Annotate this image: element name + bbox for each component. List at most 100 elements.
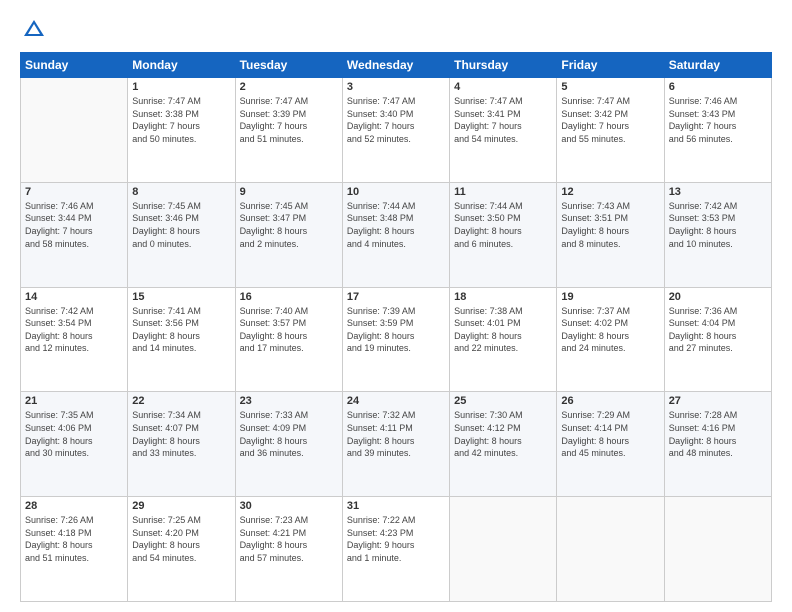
day-info: Sunrise: 7:43 AM Sunset: 3:51 PM Dayligh…	[561, 200, 659, 250]
calendar-cell	[664, 497, 771, 602]
calendar-cell: 30 Sunrise: 7:23 AM Sunset: 4:21 PM Dayli…	[235, 497, 342, 602]
day-info: Sunrise: 7:33 AM Sunset: 4:09 PM Dayligh…	[240, 409, 338, 459]
day-info: Sunrise: 7:29 AM Sunset: 4:14 PM Dayligh…	[561, 409, 659, 459]
calendar-cell: 8 Sunrise: 7:45 AM Sunset: 3:46 PM Daylig…	[128, 182, 235, 287]
day-number: 23	[240, 395, 338, 407]
day-number: 25	[454, 395, 552, 407]
calendar-cell: 26 Sunrise: 7:29 AM Sunset: 4:14 PM Dayli…	[557, 392, 664, 497]
day-number: 31	[347, 500, 445, 512]
day-number: 3	[347, 81, 445, 93]
calendar-cell: 18Sunrise: 7:38 AM Sunset: 4:01 PM Dayli…	[450, 287, 557, 392]
logo-icon	[20, 16, 48, 44]
day-info: Sunrise: 7:47 AM Sunset: 3:41 PM Dayligh…	[454, 95, 552, 145]
day-number: 28	[25, 500, 123, 512]
day-number: 15	[132, 291, 230, 303]
day-number: 10	[347, 186, 445, 198]
day-info: Sunrise: 7:46 AM Sunset: 3:44 PM Dayligh…	[25, 200, 123, 250]
calendar-cell: 15 Sunrise: 7:41 AM Sunset: 3:56 PM Dayli…	[128, 287, 235, 392]
day-info: Sunrise: 7:32 AM Sunset: 4:11 PM Dayligh…	[347, 409, 445, 459]
calendar-week-row: 14 Sunrise: 7:42 AM Sunset: 3:54 PM Dayli…	[21, 287, 772, 392]
weekday-header: Monday	[128, 53, 235, 78]
day-number: 29	[132, 500, 230, 512]
day-info: Sunrise: 7:47 AM Sunset: 3:42 PM Dayligh…	[561, 95, 659, 145]
calendar-cell: 13Sunrise: 7:42 AM Sunset: 3:53 PM Dayli…	[664, 182, 771, 287]
day-number: 27	[669, 395, 767, 407]
day-number: 8	[132, 186, 230, 198]
weekday-header: Sunday	[21, 53, 128, 78]
day-info: Sunrise: 7:46 AM Sunset: 3:43 PM Dayligh…	[669, 95, 767, 145]
day-info: Sunrise: 7:26 AM Sunset: 4:18 PM Dayligh…	[25, 514, 123, 564]
day-info: Sunrise: 7:41 AM Sunset: 3:56 PM Dayligh…	[132, 305, 230, 355]
calendar-cell: 21 Sunrise: 7:35 AM Sunset: 4:06 PM Dayli…	[21, 392, 128, 497]
day-info: Sunrise: 7:42 AM Sunset: 3:54 PM Dayligh…	[25, 305, 123, 355]
day-info: Sunrise: 7:45 AM Sunset: 3:46 PM Dayligh…	[132, 200, 230, 250]
calendar-cell: 22Sunrise: 7:34 AM Sunset: 4:07 PM Dayli…	[128, 392, 235, 497]
calendar-week-row: 1 Sunrise: 7:47 AM Sunset: 3:38 PM Daylig…	[21, 78, 772, 183]
day-number: 2	[240, 81, 338, 93]
logo	[20, 16, 52, 44]
day-info: Sunrise: 7:38 AM Sunset: 4:01 PM Dayligh…	[454, 305, 552, 355]
day-info: Sunrise: 7:40 AM Sunset: 3:57 PM Dayligh…	[240, 305, 338, 355]
day-number: 4	[454, 81, 552, 93]
day-number: 5	[561, 81, 659, 93]
day-number: 1	[132, 81, 230, 93]
day-number: 14	[25, 291, 123, 303]
calendar-cell: 14 Sunrise: 7:42 AM Sunset: 3:54 PM Dayli…	[21, 287, 128, 392]
day-number: 26	[561, 395, 659, 407]
calendar-table: SundayMondayTuesdayWednesdayThursdayFrid…	[20, 52, 772, 602]
calendar-week-row: 21 Sunrise: 7:35 AM Sunset: 4:06 PM Dayli…	[21, 392, 772, 497]
day-number: 20	[669, 291, 767, 303]
day-number: 7	[25, 186, 123, 198]
calendar-cell: 23 Sunrise: 7:33 AM Sunset: 4:09 PM Dayli…	[235, 392, 342, 497]
calendar-cell: 16Sunrise: 7:40 AM Sunset: 3:57 PM Dayli…	[235, 287, 342, 392]
day-info: Sunrise: 7:47 AM Sunset: 3:40 PM Dayligh…	[347, 95, 445, 145]
day-info: Sunrise: 7:28 AM Sunset: 4:16 PM Dayligh…	[669, 409, 767, 459]
weekday-header: Wednesday	[342, 53, 449, 78]
weekday-row: SundayMondayTuesdayWednesdayThursdayFrid…	[21, 53, 772, 78]
day-info: Sunrise: 7:39 AM Sunset: 3:59 PM Dayligh…	[347, 305, 445, 355]
calendar-cell	[450, 497, 557, 602]
calendar-cell: 1 Sunrise: 7:47 AM Sunset: 3:38 PM Daylig…	[128, 78, 235, 183]
day-number: 11	[454, 186, 552, 198]
calendar-cell	[557, 497, 664, 602]
calendar-cell: 11 Sunrise: 7:44 AM Sunset: 3:50 PM Dayli…	[450, 182, 557, 287]
calendar-cell	[21, 78, 128, 183]
day-number: 6	[669, 81, 767, 93]
calendar-cell: 31Sunrise: 7:22 AM Sunset: 4:23 PM Dayli…	[342, 497, 449, 602]
calendar-cell: 20Sunrise: 7:36 AM Sunset: 4:04 PM Dayli…	[664, 287, 771, 392]
calendar-cell: 17 Sunrise: 7:39 AM Sunset: 3:59 PM Dayli…	[342, 287, 449, 392]
day-number: 24	[347, 395, 445, 407]
day-number: 30	[240, 500, 338, 512]
calendar-cell: 5 Sunrise: 7:47 AM Sunset: 3:42 PM Daylig…	[557, 78, 664, 183]
day-number: 12	[561, 186, 659, 198]
day-info: Sunrise: 7:47 AM Sunset: 3:38 PM Dayligh…	[132, 95, 230, 145]
day-info: Sunrise: 7:23 AM Sunset: 4:21 PM Dayligh…	[240, 514, 338, 564]
calendar-cell: 7 Sunrise: 7:46 AM Sunset: 3:44 PM Daylig…	[21, 182, 128, 287]
day-info: Sunrise: 7:35 AM Sunset: 4:06 PM Dayligh…	[25, 409, 123, 459]
day-number: 9	[240, 186, 338, 198]
weekday-header: Saturday	[664, 53, 771, 78]
day-info: Sunrise: 7:25 AM Sunset: 4:20 PM Dayligh…	[132, 514, 230, 564]
day-info: Sunrise: 7:42 AM Sunset: 3:53 PM Dayligh…	[669, 200, 767, 250]
day-info: Sunrise: 7:44 AM Sunset: 3:50 PM Dayligh…	[454, 200, 552, 250]
calendar-cell: 24 Sunrise: 7:32 AM Sunset: 4:11 PM Dayli…	[342, 392, 449, 497]
calendar-body: 1 Sunrise: 7:47 AM Sunset: 3:38 PM Daylig…	[21, 78, 772, 602]
calendar-cell: 2 Sunrise: 7:47 AM Sunset: 3:39 PM Daylig…	[235, 78, 342, 183]
day-number: 17	[347, 291, 445, 303]
calendar-cell: 6 Sunrise: 7:46 AM Sunset: 3:43 PM Daylig…	[664, 78, 771, 183]
calendar-cell: 25 Sunrise: 7:30 AM Sunset: 4:12 PM Dayli…	[450, 392, 557, 497]
day-info: Sunrise: 7:47 AM Sunset: 3:39 PM Dayligh…	[240, 95, 338, 145]
calendar-cell: 4 Sunrise: 7:47 AM Sunset: 3:41 PM Daylig…	[450, 78, 557, 183]
calendar-cell: 19Sunrise: 7:37 AM Sunset: 4:02 PM Dayli…	[557, 287, 664, 392]
day-info: Sunrise: 7:30 AM Sunset: 4:12 PM Dayligh…	[454, 409, 552, 459]
weekday-header: Friday	[557, 53, 664, 78]
day-number: 21	[25, 395, 123, 407]
page: SundayMondayTuesdayWednesdayThursdayFrid…	[0, 0, 792, 612]
weekday-header: Tuesday	[235, 53, 342, 78]
day-number: 22	[132, 395, 230, 407]
day-info: Sunrise: 7:37 AM Sunset: 4:02 PM Dayligh…	[561, 305, 659, 355]
calendar-cell: 12 Sunrise: 7:43 AM Sunset: 3:51 PM Dayli…	[557, 182, 664, 287]
calendar-cell: 9Sunrise: 7:45 AM Sunset: 3:47 PM Daylig…	[235, 182, 342, 287]
day-info: Sunrise: 7:44 AM Sunset: 3:48 PM Dayligh…	[347, 200, 445, 250]
calendar-cell: 29 Sunrise: 7:25 AM Sunset: 4:20 PM Dayli…	[128, 497, 235, 602]
